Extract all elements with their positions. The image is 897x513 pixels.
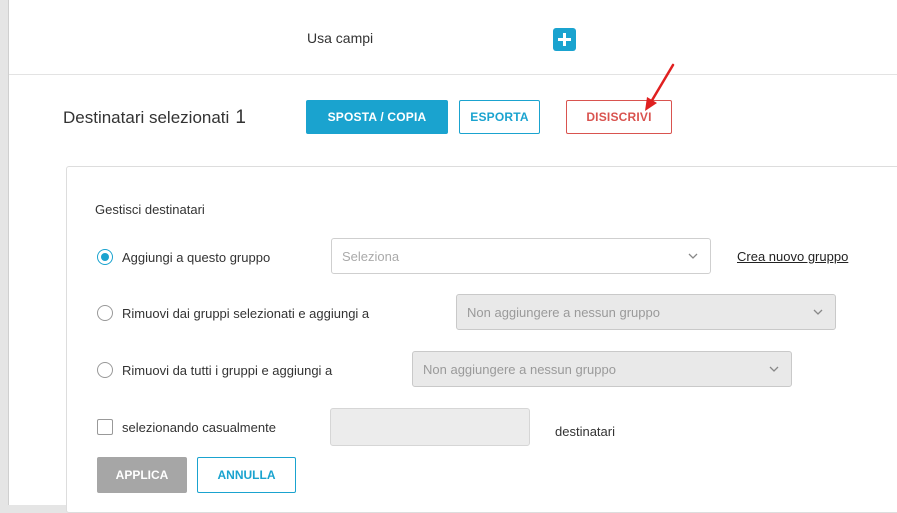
manage-recipients-panel: Gestisci destinatari Aggiungi a questo g… — [66, 166, 897, 513]
apply-button[interactable]: APPLICA — [97, 457, 187, 493]
add-field-button[interactable] — [553, 28, 576, 51]
chevron-down-icon — [769, 366, 779, 372]
chevron-down-icon — [688, 253, 698, 259]
add-to-group-radio[interactable] — [97, 249, 113, 265]
add-group-select-value: Seleziona — [342, 248, 400, 264]
create-new-group-link[interactable]: Crea nuovo gruppo — [737, 249, 848, 264]
selected-recipients-count: 1 — [235, 107, 246, 128]
remove-all-groups-radio[interactable] — [97, 362, 113, 378]
remove-all-groups-label: Rimuovi da tutti i gruppi e aggiungi a — [122, 362, 333, 378]
add-group-select[interactable]: Seleziona — [331, 238, 711, 274]
option-remove-all-groups[interactable]: Rimuovi da tutti i gruppi e aggiungi a — [97, 362, 332, 378]
remove-selected-groups-label: Rimuovi dai gruppi selezionati e aggiung… — [122, 305, 370, 321]
manage-recipients-title: Gestisci destinatari — [95, 202, 205, 217]
selected-recipients-heading: Destinatari selezionati 1 — [63, 107, 246, 129]
move-copy-button[interactable]: SPOSTA / COPIA — [306, 100, 448, 134]
selected-recipients-title: Destinatari selezionati — [63, 108, 230, 127]
remove-selected-groups-radio[interactable] — [97, 305, 113, 321]
remove-all-target-value: Non aggiungere a nessun gruppo — [423, 361, 616, 377]
main-frame: Usa campi Destinatari selezionati 1 SPOST… — [8, 0, 897, 513]
use-fields-row: Usa campi — [9, 0, 897, 75]
recipients-suffix-label: destinatari — [555, 424, 615, 439]
red-arrow-annotation — [645, 63, 675, 111]
cancel-button[interactable]: ANNULLA — [197, 457, 296, 493]
plus-icon — [558, 33, 571, 46]
random-selection-label: selezionando casualmente — [122, 419, 276, 435]
use-fields-label: Usa campi — [307, 30, 374, 46]
export-button[interactable]: ESPORTA — [459, 100, 540, 134]
add-to-group-label: Aggiungi a questo gruppo — [122, 249, 271, 265]
chevron-down-icon — [813, 309, 823, 315]
random-selection-checkbox[interactable] — [97, 419, 113, 435]
option-add-to-group[interactable]: Aggiungi a questo gruppo — [97, 249, 270, 265]
option-remove-selected-groups[interactable]: Rimuovi dai gruppi selezionati e aggiung… — [97, 305, 369, 321]
random-count-input[interactable] — [330, 408, 530, 446]
random-selection-row[interactable]: selezionando casualmente — [97, 419, 276, 435]
remove-selected-target-value: Non aggiungere a nessun gruppo — [467, 304, 660, 320]
remove-selected-target-select[interactable]: Non aggiungere a nessun gruppo — [456, 294, 836, 330]
remove-all-target-select[interactable]: Non aggiungere a nessun gruppo — [412, 351, 792, 387]
